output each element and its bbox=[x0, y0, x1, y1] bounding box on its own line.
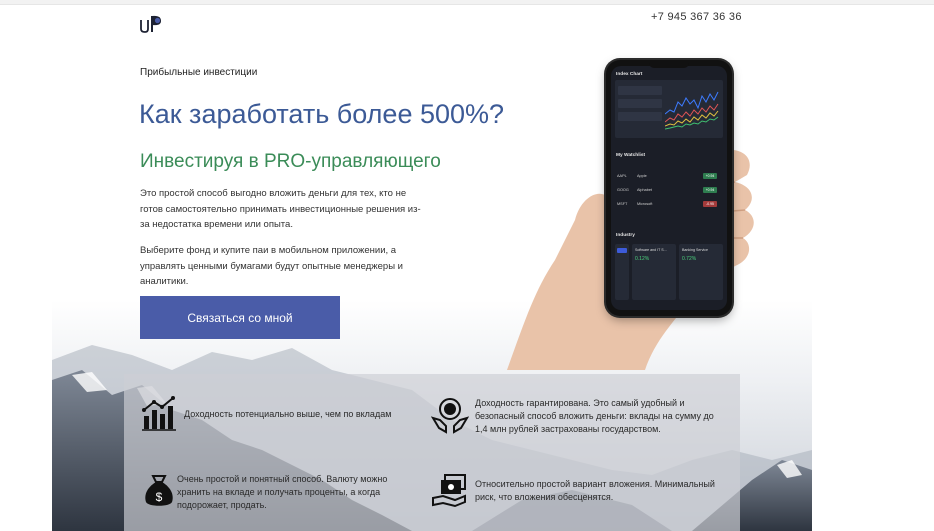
watchlist-title: My Watchlist bbox=[616, 153, 646, 158]
industry-card: Software and IT S... 0.12% bbox=[632, 244, 676, 300]
phone-screen: Index Chart My Watchlist AAPL Apple +0.9… bbox=[611, 66, 727, 310]
logo[interactable] bbox=[139, 12, 169, 34]
phone-number[interactable]: +7 945 367 36 36 bbox=[651, 11, 742, 23]
feature-text: Доходность гарантирована. Это самый удоб… bbox=[475, 398, 714, 434]
coin-hands-icon bbox=[430, 396, 470, 434]
phone-mockup: Index Chart My Watchlist AAPL Apple +0.9… bbox=[606, 60, 732, 316]
feature-text: Очень простой и понятный способ. Валюту … bbox=[177, 474, 388, 510]
feature-text: Относительно простой вариант вложения. М… bbox=[475, 479, 715, 502]
svg-text:$: $ bbox=[156, 490, 163, 504]
cash-stack-icon bbox=[431, 472, 469, 510]
page-subtitle: Инвестируя в PRO-управляющего bbox=[140, 151, 441, 172]
hero-paragraph-1: Это простой способ выгодно вложить деньг… bbox=[140, 188, 421, 230]
watchlist-row: GOOG Alphabet +0.94 bbox=[615, 186, 723, 196]
logo-icon bbox=[140, 15, 161, 33]
page-title: Как заработать более 500%? bbox=[139, 99, 505, 129]
industry-tabs bbox=[615, 244, 629, 300]
watchlist-row: AAPL Apple +0.94 bbox=[615, 172, 723, 182]
index-chart-card bbox=[615, 80, 723, 138]
index-line-chart bbox=[665, 91, 719, 130]
phone-notch bbox=[649, 62, 689, 68]
hero-paragraph-2: Выберите фонд и купите паи в мобильном п… bbox=[140, 245, 403, 287]
contact-me-button[interactable]: Связаться со мной bbox=[140, 296, 340, 339]
index-chart-title: Index Chart bbox=[616, 72, 643, 77]
watchlist-row: MSFT Microsoft -0.95 bbox=[615, 200, 723, 210]
feature-text: Доходность потенциально выше, чем по вкл… bbox=[184, 409, 392, 419]
industry-card: Banking Service 0.72% bbox=[679, 244, 723, 300]
top-bar bbox=[0, 0, 934, 5]
hero-eyebrow: Прибыльные инвестиции bbox=[140, 67, 258, 78]
industry-title: Industry bbox=[616, 233, 635, 238]
chart-growth-icon bbox=[140, 394, 178, 432]
money-bag-icon: $ bbox=[140, 472, 178, 510]
